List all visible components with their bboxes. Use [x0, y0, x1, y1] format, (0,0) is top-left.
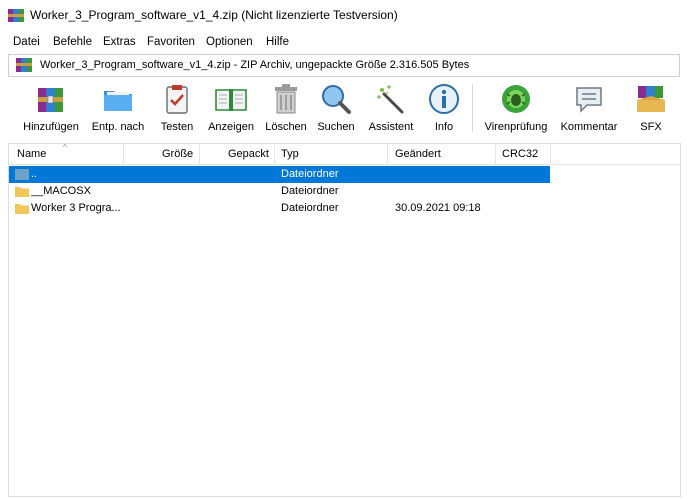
add-label: Hinzufügen: [23, 121, 79, 133]
comment-label: Kommentar: [560, 121, 618, 133]
wizard-label: Assistent: [368, 121, 414, 133]
column-divider[interactable]: [550, 144, 551, 164]
sfx-label: SFX: [640, 121, 662, 133]
test-button[interactable]: Testen: [154, 78, 200, 138]
wizard-wand-icon: [377, 85, 404, 114]
toolbar: Hinzufügen Entp. nach Testen Anzeigen Lö…: [0, 78, 687, 140]
column-type[interactable]: Typ: [281, 148, 299, 160]
extract-to-label: Entp. nach: [91, 121, 145, 133]
table-row[interactable]: .. Dateiordner: [9, 166, 550, 183]
column-divider[interactable]: [199, 144, 200, 164]
zip-archive-icon: [16, 58, 32, 72]
menu-befehle[interactable]: Befehle: [53, 36, 92, 48]
comment-button[interactable]: Kommentar: [556, 78, 622, 138]
menu-bar: Datei Befehle Extras Favoriten Optionen …: [0, 31, 687, 51]
column-divider[interactable]: [387, 144, 388, 164]
find-label: Suchen: [317, 121, 355, 133]
column-divider[interactable]: [274, 144, 275, 164]
file-list[interactable]: Name ^ Größe Gepackt Typ Geändert CRC32 …: [8, 143, 681, 497]
test-label: Testen: [160, 121, 194, 133]
menu-hilfe[interactable]: Hilfe: [266, 36, 289, 48]
sfx-button[interactable]: SFX: [628, 78, 674, 138]
table-row[interactable]: Worker 3 Progra... Dateiordner 30.09.202…: [9, 200, 680, 217]
extract-to-button[interactable]: Entp. nach: [86, 78, 150, 138]
table-row[interactable]: __MACOSX Dateiordner: [9, 183, 680, 200]
row-type: Dateiordner: [281, 168, 339, 180]
delete-label: Löschen: [265, 121, 307, 133]
add-archive-icon: [38, 88, 63, 112]
view-button[interactable]: Anzeigen: [204, 78, 258, 138]
row-name: Worker 3 Progra...: [31, 202, 121, 214]
column-packed[interactable]: Gepackt: [228, 148, 269, 160]
archive-path-text: Worker_3_Program_software_v1_4.zip - ZIP…: [40, 59, 470, 71]
row-name: ..: [31, 168, 38, 180]
view-label: Anzeigen: [208, 121, 254, 133]
row-modified: 30.09.2021 09:18: [395, 202, 481, 214]
folder-icon: [15, 204, 29, 214]
column-name[interactable]: Name: [17, 148, 46, 160]
title-bar: Worker_3_Program_software_v1_4.zip (Nich…: [0, 0, 687, 30]
column-divider[interactable]: [495, 144, 496, 164]
menu-favoriten[interactable]: Favoriten: [147, 36, 195, 48]
sfx-icon: [637, 86, 665, 112]
toolbar-separator: [472, 84, 473, 132]
column-modified[interactable]: Geändert: [395, 148, 441, 160]
menu-optionen[interactable]: Optionen: [206, 36, 253, 48]
path-bar[interactable]: Worker_3_Program_software_v1_4.zip - ZIP…: [8, 54, 680, 77]
info-label: Info: [434, 121, 454, 133]
find-button[interactable]: Suchen: [314, 78, 358, 138]
extract-folder-icon: [104, 91, 132, 111]
info-button[interactable]: Info: [424, 78, 464, 138]
view-book-icon: [215, 89, 247, 111]
virus-scan-button[interactable]: Virenprüfung: [480, 78, 552, 138]
delete-button[interactable]: Löschen: [261, 78, 311, 138]
info-icon: [429, 84, 459, 114]
virus-scan-label: Virenprüfung: [484, 121, 548, 133]
trash-icon: [275, 84, 297, 114]
column-divider[interactable]: [123, 144, 124, 164]
virus-scan-icon: [502, 85, 530, 113]
magnifier-icon: [322, 85, 351, 114]
sort-asc-icon: ^: [63, 143, 67, 152]
menu-extras[interactable]: Extras: [103, 36, 136, 48]
comment-icon: [576, 87, 602, 113]
column-size[interactable]: Größe: [162, 148, 193, 160]
menu-datei[interactable]: Datei: [13, 36, 40, 48]
parent-folder-icon: [15, 169, 29, 180]
winrar-app-icon: [8, 9, 24, 22]
window-title: Worker_3_Program_software_v1_4.zip (Nich…: [30, 8, 398, 22]
test-clipboard-icon: [166, 85, 188, 114]
row-type: Dateiordner: [281, 202, 339, 214]
row-name: __MACOSX: [31, 185, 91, 197]
list-header: Name ^ Größe Gepackt Typ Geändert CRC32: [9, 144, 680, 165]
row-type: Dateiordner: [281, 185, 339, 197]
add-button[interactable]: Hinzufügen: [18, 78, 84, 138]
folder-icon: [15, 187, 29, 197]
column-crc32[interactable]: CRC32: [502, 148, 538, 160]
wizard-button[interactable]: Assistent: [364, 78, 418, 138]
